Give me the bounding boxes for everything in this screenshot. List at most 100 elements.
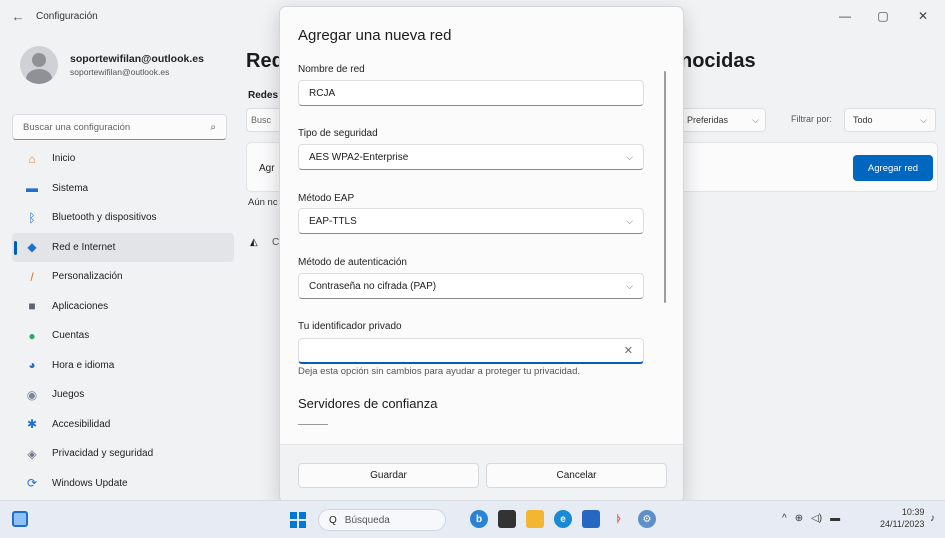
sidebar-item-label: Red e Internet (52, 241, 116, 253)
eap-method-label: Método EAP (298, 193, 355, 204)
save-button[interactable]: Guardar (298, 463, 479, 488)
chevron-down-icon: ⌵ (626, 151, 633, 162)
sidebar-nav: ⌂ Inicio ▬ Sistema ᛒ Bluetooth y dispositivos… (12, 144, 234, 498)
sidebar-item-label: Bluetooth y dispositivos (52, 212, 157, 224)
sidebar-item-label: Accesibilidad (52, 418, 111, 430)
browser-icon[interactable]: b (470, 510, 488, 528)
sidebar-item-label: Inicio (52, 153, 76, 165)
chevron-down-icon: ⌵ (920, 115, 927, 125)
page-title-right: nocidas (680, 50, 756, 72)
network-name-value: RCJA (309, 87, 336, 99)
file-explorer-icon[interactable] (526, 510, 544, 528)
add-network-card-label: Agr (259, 163, 275, 174)
start-button[interactable] (290, 512, 306, 528)
chevron-down-icon: ⌵ (752, 115, 759, 125)
notification-icon[interactable]: ♪ (930, 513, 935, 524)
profile-email: soportewifilan@outlook.es (70, 67, 170, 77)
filter-label: Filtrar por: (791, 114, 833, 124)
bluetooth-icon: ᛒ (28, 210, 36, 225)
clock[interactable]: 10:39 24/11/2023 (880, 506, 924, 530)
sidebar-item-aplicaciones[interactable]: ■ Aplicaciones (12, 292, 234, 322)
system-tray: ^ ⊕ ◁) ▬ (782, 513, 840, 524)
sidebar-item-label: Windows Update (52, 477, 128, 489)
system-icon: ▬ (26, 181, 38, 196)
sidebar-item-label: Cuentas (52, 330, 90, 342)
wifi-icon: ◭ (250, 237, 258, 248)
auth-method-select[interactable]: Contraseña no cifrada (PAP) ⌵ (298, 273, 644, 299)
accounts-icon: ● (28, 328, 36, 343)
sidebar-item-privacidad-y-seguridad[interactable]: ◈ Privacidad y seguridad (12, 439, 234, 469)
chevron-down-icon: ⌵ (626, 215, 633, 226)
sidebar-item-label: Hora e idioma (52, 359, 115, 371)
terminal-icon[interactable] (498, 510, 516, 528)
search-icon: ⌕ (210, 121, 216, 133)
sidebar-item-label: Sistema (52, 182, 89, 194)
clear-icon[interactable]: ✕ (624, 344, 633, 357)
empty-state-text: Aún nc (248, 197, 278, 208)
sidebar-item-cuentas[interactable]: ● Cuentas (12, 321, 234, 351)
dialog-scrollbar[interactable] (664, 71, 666, 303)
private-id-input[interactable]: ✕ (298, 338, 644, 364)
sidebar-item-hora-e-idioma[interactable]: ◕ Hora e idioma (12, 351, 234, 381)
store-icon[interactable] (582, 510, 600, 528)
divider (298, 424, 328, 425)
sidebar-item-windows-update[interactable]: ⟳ Windows Update (12, 469, 234, 499)
settings-search-input[interactable]: Buscar una configuración ⌕ (12, 114, 227, 140)
sidebar-item-accesibilidad[interactable]: ✱ Accesibilidad (12, 410, 234, 440)
cancel-button[interactable]: Cancelar (486, 463, 667, 488)
settings-gear-icon[interactable]: ⚙ (638, 510, 656, 528)
close-button[interactable]: ✕ (906, 0, 940, 32)
update-icon: ⟳ (26, 476, 38, 491)
taskbar-search[interactable]: Q Búsqueda (318, 509, 446, 531)
sidebar-item-red-e-internet[interactable]: ◆ Red e Internet (12, 232, 234, 262)
app-title: Configuración (36, 10, 98, 22)
network-name-input[interactable]: RCJA (298, 80, 644, 106)
security-type-select[interactable]: AES WPA2-Enterprise ⌵ (298, 144, 644, 170)
edge-icon[interactable]: e (554, 510, 572, 528)
sidebar-item-sistema[interactable]: ▬ Sistema (12, 174, 234, 204)
volume-icon[interactable]: ◁) (811, 513, 822, 524)
filter-value: Todo (853, 115, 873, 125)
redes-label: Redes (248, 90, 279, 101)
sort-dropdown[interactable]: Preferidas ⌵ (680, 108, 766, 132)
taskbar-search-placeholder: Búsqueda (344, 514, 390, 526)
auth-method-label: Método de autenticación (298, 257, 407, 268)
sidebar-item-bluetooth-y-dispositivos[interactable]: ᛒ Bluetooth y dispositivos (12, 203, 234, 233)
network-tray-icon[interactable]: ⊕ (795, 513, 803, 524)
sort-value: Preferidas (687, 115, 729, 125)
add-network-button[interactable]: Agregar red (853, 155, 933, 181)
dialog-footer: Guardar Cancelar (280, 444, 683, 502)
gamepad-icon: ◉ (26, 387, 38, 402)
private-id-label: Tu identificador privado (298, 321, 402, 332)
minimize-button[interactable]: — (828, 0, 862, 32)
network-icon: ◆ (27, 240, 37, 255)
security-type-value: AES WPA2-Enterprise (309, 151, 409, 163)
profile[interactable]: soportewifilan@outlook.es soportewifilan… (20, 46, 204, 84)
profile-name: soportewifilan@outlook.es (70, 53, 204, 65)
sidebar-item-personalización[interactable]: / Personalización (12, 262, 234, 292)
brush-icon: / (30, 269, 34, 284)
network-name-label: Nombre de red (298, 64, 365, 75)
sidebar-item-inicio[interactable]: ⌂ Inicio (12, 144, 234, 174)
eap-method-select[interactable]: EAP-TTLS ⌵ (298, 208, 644, 234)
add-network-dialog: Agregar una nueva red Nombre de red RCJA… (279, 6, 684, 503)
sidebar-item-juegos[interactable]: ◉ Juegos (12, 380, 234, 410)
shield-icon: ◈ (27, 446, 37, 461)
security-type-label: Tipo de seguridad (298, 128, 378, 139)
globe-icon: ◕ (28, 358, 36, 373)
tray-caret-icon[interactable]: ^ (782, 513, 787, 524)
paint-icon[interactable]: ᚦ (610, 510, 628, 528)
filter-dropdown[interactable]: Todo ⌵ (844, 108, 936, 132)
widgets-icon[interactable] (12, 511, 28, 527)
battery-icon[interactable]: ▬ (830, 513, 840, 524)
apps-icon: ■ (28, 299, 36, 314)
sidebar-item-label: Juegos (52, 389, 85, 401)
auth-method-value: Contraseña no cifrada (PAP) (309, 280, 437, 292)
eap-method-value: EAP-TTLS (309, 215, 357, 227)
sidebar-item-label: Privacidad y seguridad (52, 448, 154, 460)
maximize-button[interactable]: ▢ (866, 0, 900, 32)
sidebar-item-label: Aplicaciones (52, 300, 109, 312)
taskbar: Q Búsqueda b e ᚦ ⚙ ^ ⊕ ◁) ▬ 10:39 24/11/… (0, 500, 945, 538)
home-icon: ⌂ (28, 151, 36, 166)
back-button[interactable]: ← (0, 9, 36, 24)
